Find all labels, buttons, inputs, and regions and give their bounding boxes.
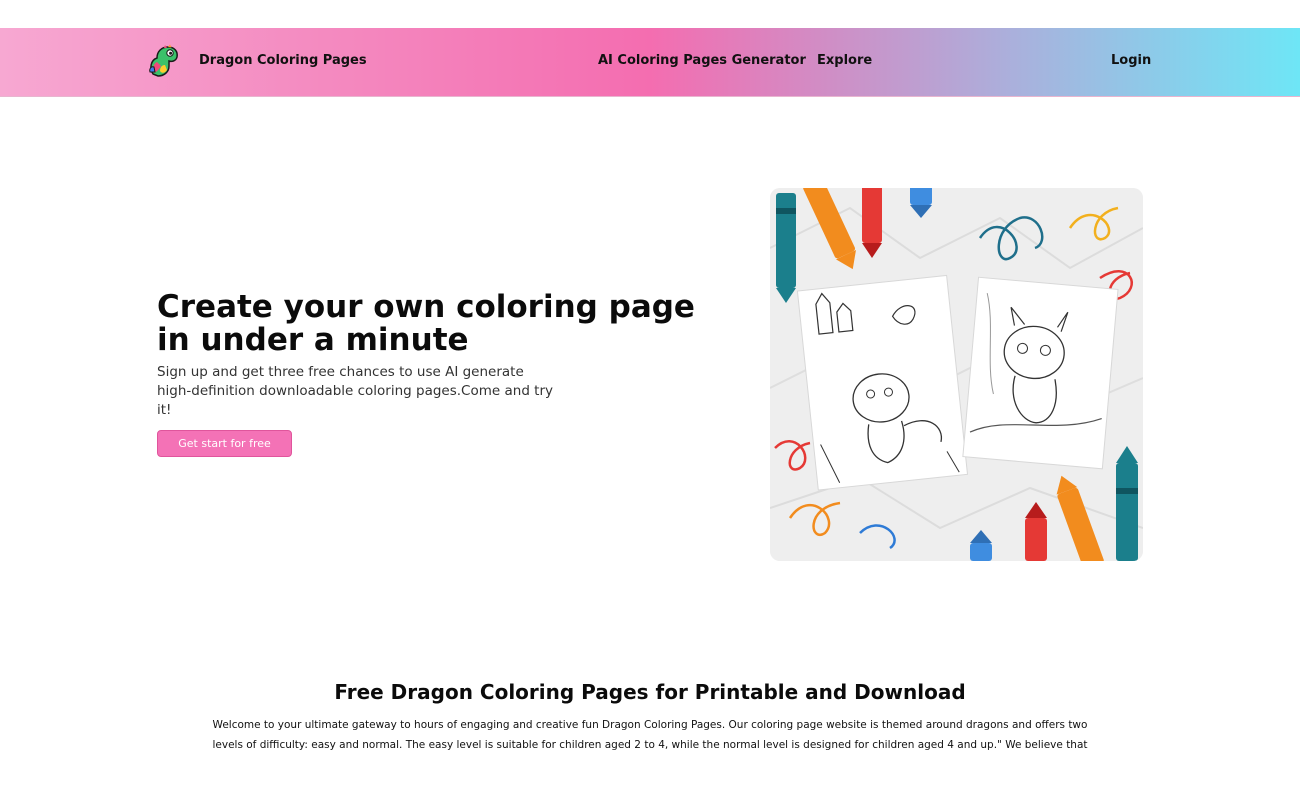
crayons-dragon-illustration-icon (770, 188, 1143, 561)
section-description: Welcome to your ultimate gateway to hour… (212, 719, 1088, 751)
section-title: Free Dragon Coloring Pages for Printable… (334, 680, 966, 704)
top-navigation-bar: Dragon Coloring Pages AI Coloring Pages … (0, 28, 1300, 97)
page: Dragon Coloring Pages AI Coloring Pages … (0, 0, 1300, 788)
get-started-button[interactable]: Get start for free (157, 430, 292, 457)
nav-ai-generator-link[interactable]: AI Coloring Pages Generator (598, 53, 806, 68)
hero-subtitle: Sign up and get three free chances to us… (157, 364, 554, 418)
dragon-logo-icon[interactable] (147, 44, 181, 78)
hero-title: Create your own coloring page in under a… (157, 289, 695, 358)
nav-explore-link[interactable]: Explore (817, 53, 872, 68)
brand-name[interactable]: Dragon Coloring Pages (199, 53, 367, 68)
hero-illustration (770, 188, 1143, 561)
login-link[interactable]: Login (1111, 53, 1151, 68)
